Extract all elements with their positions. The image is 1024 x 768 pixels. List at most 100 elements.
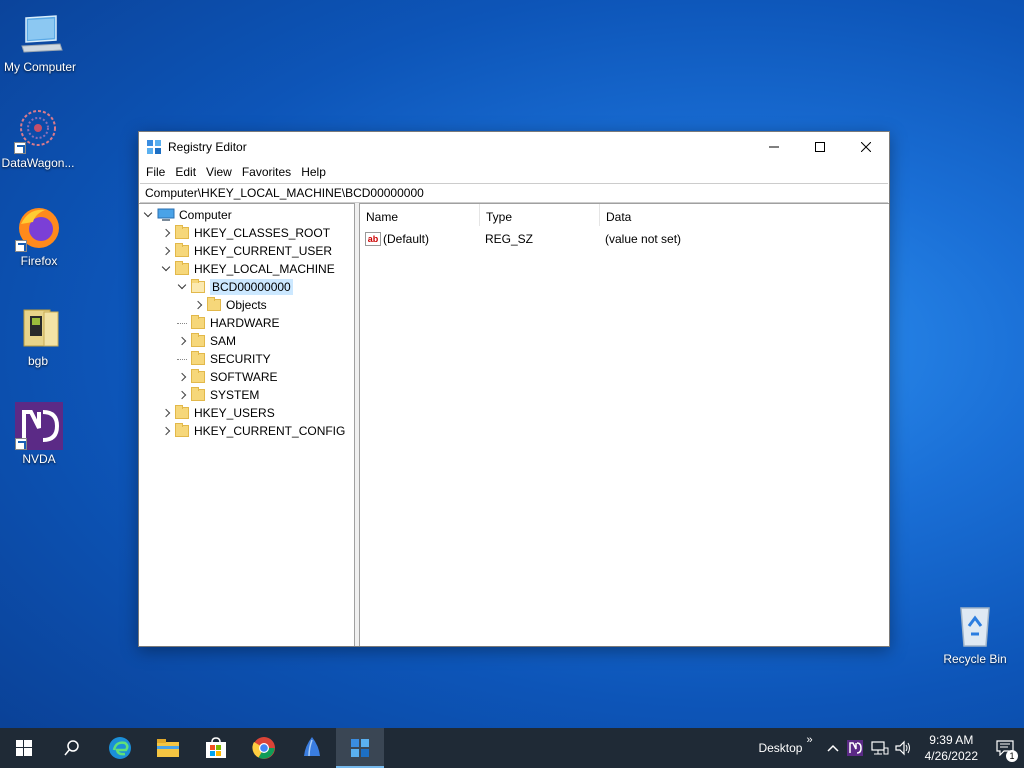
tree-item-objects[interactable]: Objects <box>193 296 267 314</box>
value-data: (value not set) <box>605 232 682 246</box>
desktop-icon-bgb[interactable]: bgb <box>0 304 78 368</box>
tree-item-bcd00000000[interactable]: BCD00000000 <box>177 278 293 296</box>
desktop-icon-label: bgb <box>27 354 49 368</box>
clock[interactable]: 9:39 AM 4/26/2022 <box>917 732 986 764</box>
values-list-pane[interactable]: Name Type Data ab (Default) REG_SZ (valu… <box>359 203 889 646</box>
tree-item-label: HKEY_LOCAL_MACHINE <box>194 262 335 276</box>
action-center-button[interactable]: 1 <box>986 728 1024 768</box>
tree-item-system[interactable]: SYSTEM <box>177 386 259 404</box>
folder-icon <box>191 351 205 365</box>
tree-item-label: Objects <box>226 298 267 312</box>
title-bar[interactable]: Registry Editor <box>139 132 889 161</box>
windows-logo-icon <box>16 740 32 756</box>
tree-item-hkey-current-config[interactable]: HKEY_CURRENT_CONFIG <box>161 422 345 440</box>
tree-item-hkey-local-machine[interactable]: HKEY_LOCAL_MACHINE <box>161 260 335 278</box>
tree-item-hardware[interactable]: HARDWARE <box>177 314 280 332</box>
tree-item-label: BCD00000000 <box>210 279 293 295</box>
volume-icon[interactable] <box>895 740 913 756</box>
maximize-button[interactable] <box>797 132 843 161</box>
clock-time: 9:39 AM <box>929 733 974 747</box>
desktop-icon-datawagon[interactable]: DataWagon... <box>0 106 78 170</box>
column-header-type[interactable]: Type <box>480 204 600 226</box>
shortcut-arrow-icon <box>14 142 26 154</box>
desktop-icon-recycle-bin[interactable]: Recycle Bin <box>935 602 1015 666</box>
address-bar[interactable]: Computer\HKEY_LOCAL_MACHINE\BCD00000000 <box>140 183 888 203</box>
taskbar-registry-editor[interactable] <box>336 728 384 768</box>
shortcut-arrow-icon <box>15 438 27 450</box>
tree-item-hkey-current-user[interactable]: HKEY_CURRENT_USER <box>161 242 332 260</box>
minimize-button[interactable] <box>751 132 797 161</box>
list-header: Name Type Data <box>360 204 889 228</box>
chevron-right-icon[interactable] <box>177 336 187 346</box>
folder-icon <box>175 225 189 239</box>
computer-icon <box>16 10 64 58</box>
desktop-toolbar-label[interactable]: Desktop <box>758 741 802 755</box>
taskbar-edge[interactable] <box>96 728 144 768</box>
firefox-icon <box>15 204 63 252</box>
tree-item-label: HKEY_USERS <box>194 406 275 420</box>
taskbar-app-blue[interactable] <box>288 728 336 768</box>
desktop-icon-label: NVDA <box>22 452 56 466</box>
tree-item-computer[interactable]: Computer <box>143 206 232 224</box>
key-tree-pane[interactable]: Computer HKEY_CLASSES_ROOT HKEY_CURRENT_… <box>139 203 355 646</box>
desktop-icon-label: Recycle Bin <box>943 652 1007 666</box>
menu-edit[interactable]: Edit <box>170 165 201 179</box>
tree-item-hkey-users[interactable]: HKEY_USERS <box>161 404 275 422</box>
close-button[interactable] <box>843 132 889 161</box>
taskbar-chrome[interactable] <box>240 728 288 768</box>
network-icon[interactable] <box>871 740 889 756</box>
datawagon-icon <box>14 106 62 154</box>
tree-item-label: HARDWARE <box>210 316 280 330</box>
notification-badge: 1 <box>1006 750 1018 762</box>
desktop-icon-label: DataWagon... <box>1 156 75 170</box>
start-button[interactable] <box>0 728 48 768</box>
desktop-icon-firefox[interactable]: Firefox <box>0 204 79 268</box>
folder-icon <box>175 423 189 437</box>
computer-icon <box>157 208 175 221</box>
tree-item-sam[interactable]: SAM <box>177 332 236 350</box>
tree-item-label: Computer <box>179 208 232 222</box>
search-button[interactable] <box>48 728 96 768</box>
file-explorer-icon <box>157 739 179 757</box>
chevron-down-icon[interactable] <box>177 282 187 292</box>
desktop-icon-my-computer[interactable]: My Computer <box>0 10 80 74</box>
tree-item-hkey-classes-root[interactable]: HKEY_CLASSES_ROOT <box>161 224 330 242</box>
column-header-name[interactable]: Name <box>360 204 480 226</box>
taskbar-store[interactable] <box>192 728 240 768</box>
tree-item-label: HKEY_CURRENT_USER <box>194 244 333 258</box>
toolbar-expand-chevron[interactable]: » <box>806 734 812 746</box>
app-shell-icon <box>304 737 320 757</box>
chevron-right-icon[interactable] <box>193 300 203 310</box>
menu-file[interactable]: File <box>141 165 170 179</box>
tree-item-label: HKEY_CURRENT_CONFIG <box>194 424 346 438</box>
chevron-down-icon[interactable] <box>161 264 171 274</box>
taskbar-file-explorer[interactable] <box>144 728 192 768</box>
chrome-icon <box>252 737 275 759</box>
value-name: (Default) <box>383 232 430 246</box>
chevron-right-icon[interactable] <box>161 408 171 418</box>
search-icon <box>64 740 79 756</box>
bgb-icon <box>14 304 62 352</box>
column-header-data[interactable]: Data <box>600 204 888 226</box>
registry-editor-window: Registry Editor File Edit View Favorites… <box>138 131 890 647</box>
tree-item-security[interactable]: SECURITY <box>177 350 271 368</box>
chevron-right-icon[interactable] <box>161 426 171 436</box>
window-title: Registry Editor <box>168 139 247 154</box>
tree-item-label: HKEY_CLASSES_ROOT <box>194 226 331 240</box>
chevron-right-icon[interactable] <box>177 372 187 382</box>
desktop-icon-nvda[interactable]: NVDA <box>0 402 79 466</box>
menu-favorites[interactable]: Favorites <box>237 165 296 179</box>
chevron-right-icon[interactable] <box>161 246 171 256</box>
menu-view[interactable]: View <box>201 165 237 179</box>
chevron-down-icon[interactable] <box>143 210 153 220</box>
nvda-tray-icon[interactable] <box>846 740 863 756</box>
close-icon <box>861 141 871 152</box>
desktop-icon-label: Firefox <box>20 254 58 268</box>
value-row-default[interactable]: ab (Default) REG_SZ (value not set) <box>365 229 681 249</box>
chevron-right-icon[interactable] <box>177 390 187 400</box>
chevron-right-icon[interactable] <box>161 228 171 238</box>
chevron-up-icon[interactable] <box>827 744 839 752</box>
menu-help[interactable]: Help <box>296 165 331 179</box>
open-folder-icon <box>191 279 205 293</box>
tree-item-software[interactable]: SOFTWARE <box>177 368 278 386</box>
